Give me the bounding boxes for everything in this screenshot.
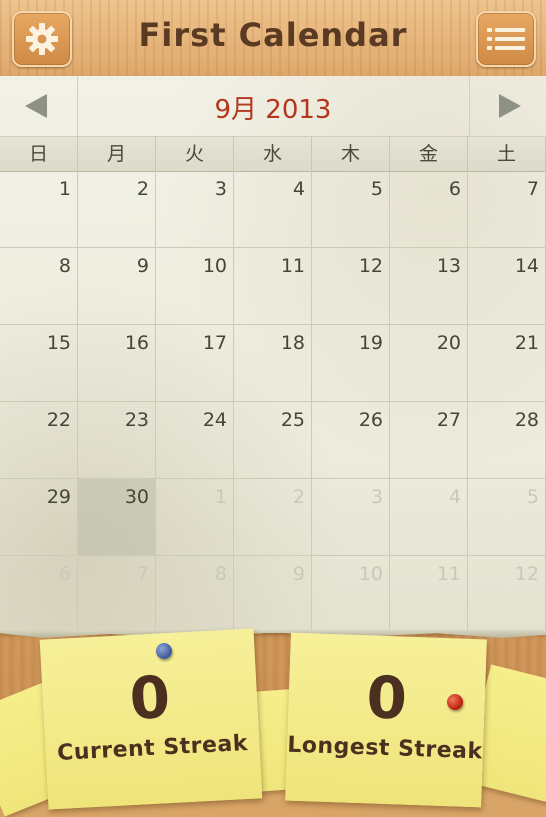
day-cell[interactable]: 3: [312, 479, 390, 556]
day-cell[interactable]: 9: [234, 556, 312, 633]
week-row: 6 7 8 9 10 11 12: [0, 556, 546, 633]
day-cell[interactable]: 16: [78, 325, 156, 402]
day-cell-selected[interactable]: 30: [78, 479, 156, 556]
day-cell[interactable]: 21: [468, 325, 546, 402]
header-bar: First Calendar: [0, 0, 546, 79]
list-icon: [487, 28, 525, 50]
weekday-label: 月: [78, 137, 156, 171]
next-month-button[interactable]: [490, 90, 530, 122]
day-cell[interactable]: 7: [78, 556, 156, 633]
week-row: 29 30 1 2 3 4 5: [0, 479, 546, 556]
day-cell[interactable]: 23: [78, 402, 156, 479]
calendar-panel: 9月 2013 日月火水木金土 1 2 3 4 5 6 7 8 9 10 11 12 13 14 15 16 1…: [0, 76, 546, 633]
day-cell[interactable]: 6: [390, 171, 468, 248]
day-cell[interactable]: 7: [468, 171, 546, 248]
day-cell[interactable]: 4: [390, 479, 468, 556]
day-cell[interactable]: 22: [0, 402, 78, 479]
longest-streak-label: Longest Streak: [286, 732, 484, 765]
day-cell[interactable]: 1: [0, 171, 78, 248]
week-row: 8 9 10 11 12 13 14: [0, 248, 546, 325]
day-cell[interactable]: 11: [390, 556, 468, 633]
day-cell[interactable]: 18: [234, 325, 312, 402]
day-cell[interactable]: 25: [234, 402, 312, 479]
calendar-grid: 1 2 3 4 5 6 7 8 9 10 11 12 13 14 15 16 17 18 19 20 21 22 23 24 2…: [0, 171, 546, 633]
longest-streak-note: 0 Longest Streak: [285, 632, 487, 808]
weekday-label: 火: [156, 137, 234, 171]
day-cell[interactable]: 3: [156, 171, 234, 248]
week-row: 1234567: [0, 171, 546, 248]
day-cell[interactable]: 4: [234, 171, 312, 248]
weekday-label: 木: [312, 137, 390, 171]
day-cell[interactable]: 27: [390, 402, 468, 479]
day-cell[interactable]: 29: [0, 479, 78, 556]
weekday-header: 日月火水木金土: [0, 136, 546, 172]
month-bar: 9月 2013: [0, 76, 546, 136]
arrow-right-icon: [499, 94, 521, 118]
weekday-label: 水: [234, 137, 312, 171]
day-cell[interactable]: 1: [156, 479, 234, 556]
day-cell[interactable]: 13: [390, 248, 468, 325]
day-cell[interactable]: 20: [390, 325, 468, 402]
day-cell[interactable]: 24: [156, 402, 234, 479]
day-cell[interactable]: 5: [468, 479, 546, 556]
day-cell[interactable]: 19: [312, 325, 390, 402]
weekday-label: 土: [468, 137, 546, 171]
day-cell[interactable]: 8: [156, 556, 234, 633]
day-cell[interactable]: 28: [468, 402, 546, 479]
day-cell[interactable]: 17: [156, 325, 234, 402]
week-row: 15 16 17 18 19 20 21: [0, 325, 546, 402]
day-cell[interactable]: 15: [0, 325, 78, 402]
app-title: First Calendar: [138, 16, 408, 54]
day-cell[interactable]: 11: [234, 248, 312, 325]
day-cell[interactable]: 5: [312, 171, 390, 248]
day-cell[interactable]: 2: [234, 479, 312, 556]
day-cell[interactable]: 14: [468, 248, 546, 325]
weekday-label: 日: [0, 137, 78, 171]
day-cell[interactable]: 10: [156, 248, 234, 325]
month-title: 9月 2013: [214, 95, 332, 125]
week-row: 22 23 24 25 26 27 28: [0, 402, 546, 479]
day-cell[interactable]: 2: [78, 171, 156, 248]
day-cell[interactable]: 26: [312, 402, 390, 479]
day-cell[interactable]: 6: [0, 556, 78, 633]
red-pin-icon: [447, 694, 463, 710]
day-cell[interactable]: 12: [468, 556, 546, 633]
day-cell[interactable]: 12: [312, 248, 390, 325]
weekday-label: 金: [390, 137, 468, 171]
current-streak-label: Current Streak: [56, 730, 249, 766]
current-streak-note: 0 Current Streak: [39, 628, 263, 810]
current-streak-value: 0: [127, 663, 172, 734]
day-cell[interactable]: 8: [0, 248, 78, 325]
day-cell[interactable]: 9: [78, 248, 156, 325]
menu-button[interactable]: [476, 11, 536, 67]
day-cell[interactable]: 10: [312, 556, 390, 633]
blue-pin-icon: [156, 643, 172, 659]
